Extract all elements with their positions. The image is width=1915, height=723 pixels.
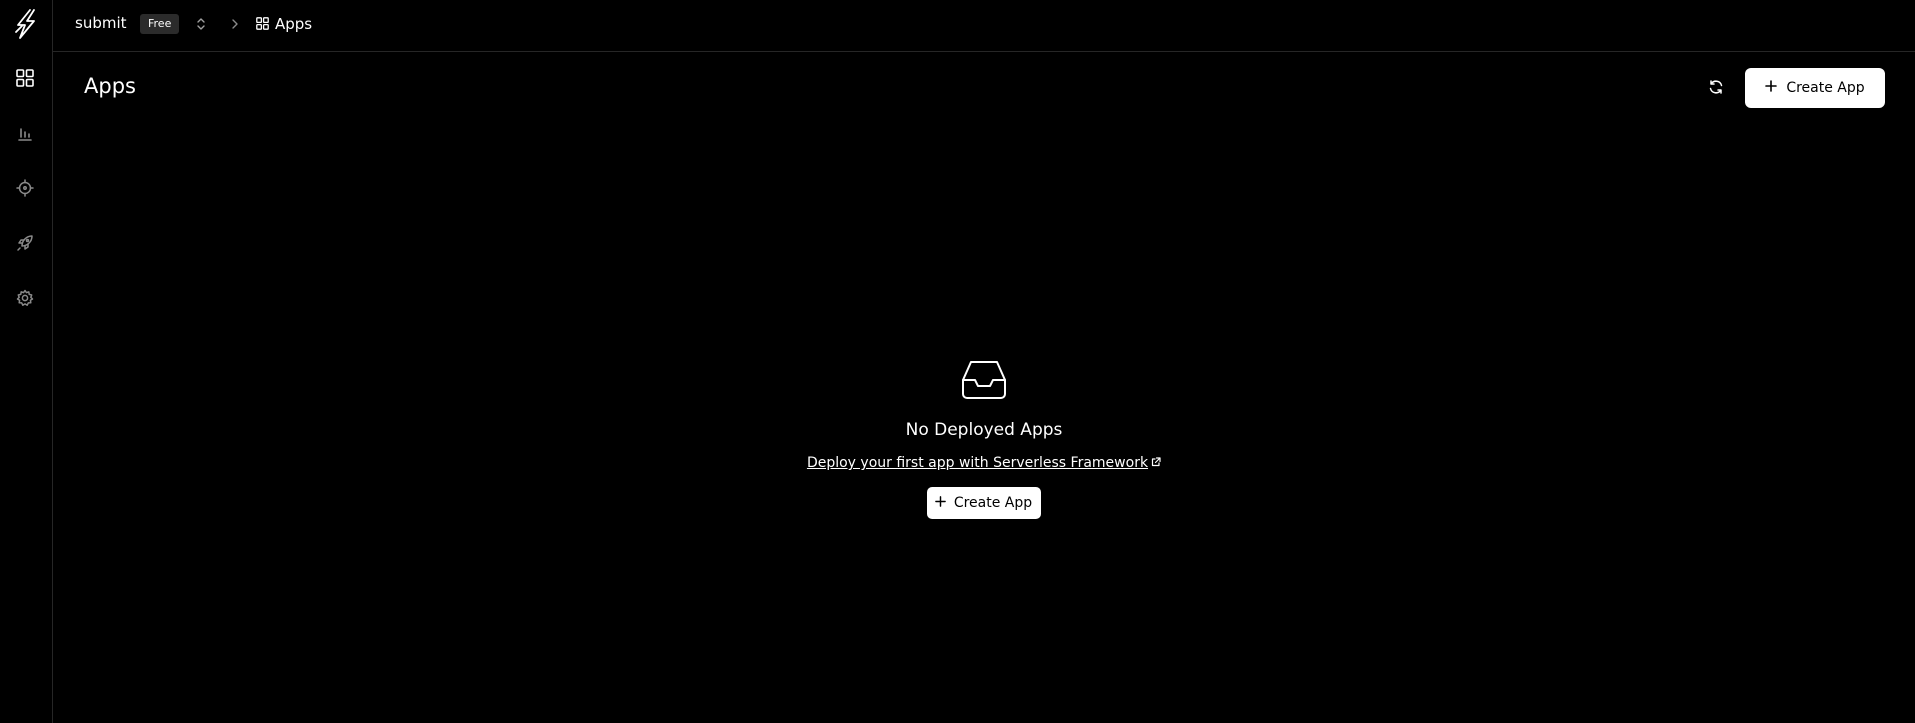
apps-grid-icon xyxy=(256,15,269,34)
inbox-icon xyxy=(961,360,1007,404)
top-bar: submit Free Apps xyxy=(53,0,1915,52)
refresh-icon xyxy=(1708,79,1724,99)
serverless-docs-link[interactable]: Deploy your first app with Serverless Fr… xyxy=(807,455,1161,471)
external-link-icon xyxy=(1151,455,1161,471)
sidebar-item-trace[interactable] xyxy=(13,178,37,202)
plus-icon xyxy=(935,495,946,511)
create-app-button-empty-state[interactable]: Create App xyxy=(926,487,1042,519)
app-root: submit Free Apps Apps Create App No Depl… xyxy=(0,0,1915,723)
org-name[interactable]: submit xyxy=(75,14,127,32)
metrics-bar-chart-icon xyxy=(17,125,33,145)
sidebar-item-deploy[interactable] xyxy=(13,233,37,257)
serverless-logo-icon[interactable] xyxy=(12,8,40,40)
create-app-button[interactable]: Create App xyxy=(1745,68,1885,108)
plan-badge: Free xyxy=(140,14,180,34)
empty-state: No Deployed Apps Deploy your first app w… xyxy=(53,360,1915,519)
create-app-label: Create App xyxy=(953,495,1033,511)
sidebar xyxy=(0,0,53,723)
apps-grid-icon xyxy=(16,69,34,91)
org-switcher-chevrons-icon[interactable] xyxy=(192,15,210,33)
refresh-button[interactable] xyxy=(1704,78,1728,100)
rocket-icon xyxy=(16,234,34,256)
sidebar-item-apps[interactable] xyxy=(13,68,37,92)
breadcrumb-apps[interactable]: Apps xyxy=(256,13,312,35)
breadcrumb-chevron-right-icon xyxy=(227,15,243,33)
page-title: Apps xyxy=(84,74,136,98)
sidebar-item-settings[interactable] xyxy=(13,288,37,312)
sidebar-item-metrics[interactable] xyxy=(13,123,37,147)
breadcrumb-label: Apps xyxy=(275,15,313,33)
plus-icon xyxy=(1765,80,1778,96)
gear-icon xyxy=(16,289,34,311)
create-app-label: Create App xyxy=(1786,80,1865,96)
crosshair-icon xyxy=(16,179,34,201)
serverless-docs-link-text: Deploy your first app with Serverless Fr… xyxy=(806,455,1149,471)
empty-state-title: No Deployed Apps xyxy=(905,420,1063,440)
